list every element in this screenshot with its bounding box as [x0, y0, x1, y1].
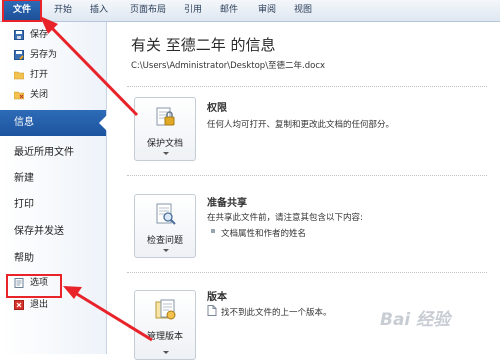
- watermark: Bai 经验: [380, 310, 451, 330]
- annotation-arrows: [40, 16, 153, 342]
